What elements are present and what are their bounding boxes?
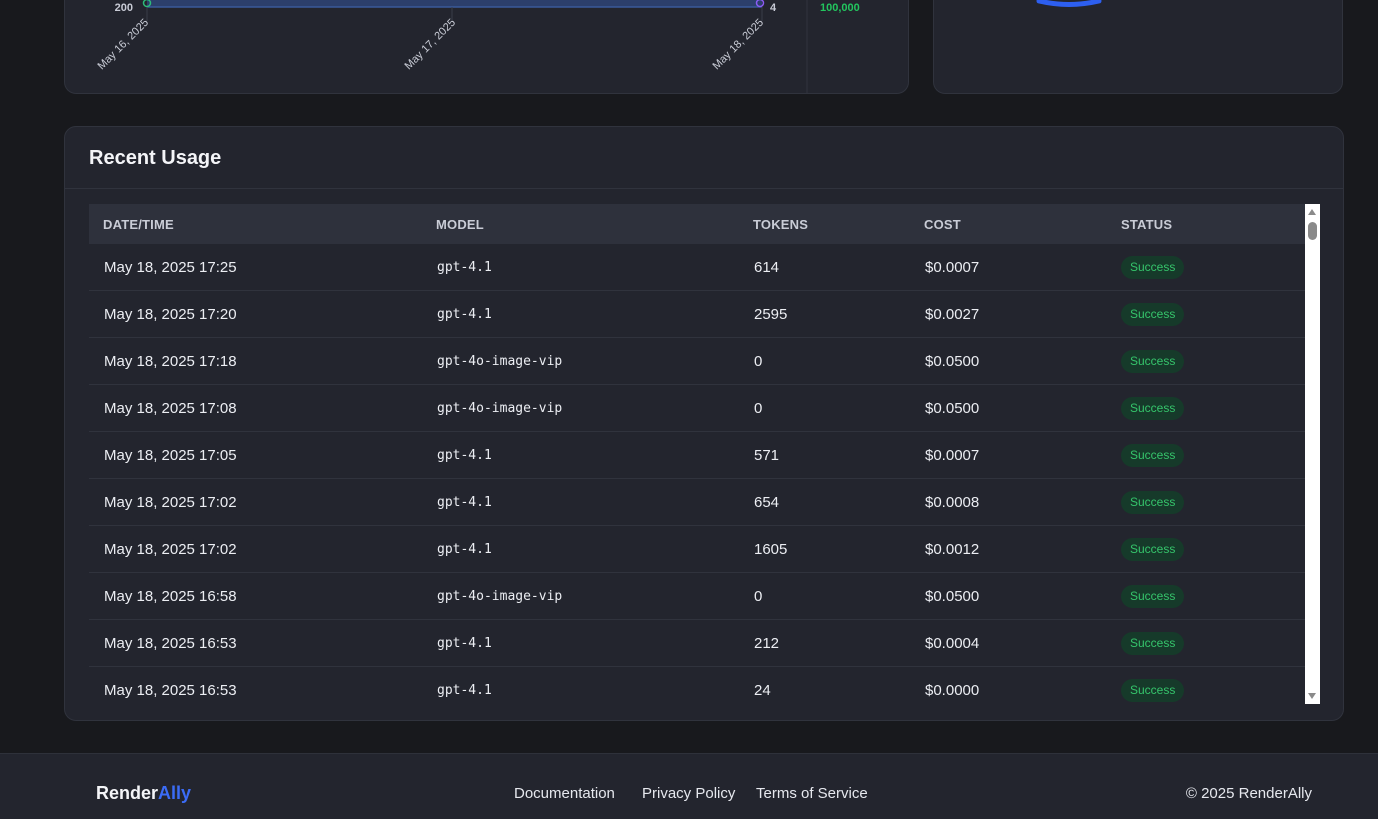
model-distribution-card (933, 0, 1343, 94)
cell-tokens: 571 (754, 447, 780, 464)
table-row: May 18, 2025 17:02 gpt-4.1 1605 $0.0012 Succ… (89, 526, 1305, 573)
cell-cost: $0.0008 (925, 494, 980, 511)
table-row: May 18, 2025 17:18 gpt-4o-image-vip 0 $0.05… (89, 338, 1305, 385)
status-badge: Success (1121, 397, 1185, 420)
right-value-label: 100,000 (820, 2, 860, 14)
chart-area-fill (147, 0, 762, 7)
right-axis-tick: 4 (770, 2, 777, 14)
footer-link-documentation[interactable]: Documentation (514, 785, 615, 802)
usage-trend-chart-card: 200 4 100,000 May 16, 2025 May 17, 2025 … (64, 0, 909, 94)
column-header-model: MODEL (436, 217, 484, 232)
cell-cost: $0.0500 (925, 400, 980, 417)
cell-datetime: May 18, 2025 17:25 (104, 259, 237, 276)
table-row: May 18, 2025 17:25 gpt-4.1 614 $0.0007 Succe… (89, 244, 1305, 291)
cell-datetime: May 18, 2025 16:53 (104, 682, 237, 699)
status-badge: Success (1121, 538, 1185, 561)
table-scrollbar[interactable] (1305, 204, 1320, 704)
cell-tokens: 0 (754, 400, 763, 417)
cell-datetime: May 18, 2025 17:20 (104, 306, 237, 323)
scroll-up-arrow-icon[interactable] (1308, 209, 1316, 215)
recent-usage-card: Recent Usage DATE/TIME MODEL TOKENS COST… (64, 126, 1344, 721)
table-row: May 18, 2025 16:53 gpt-4.1 212 $0.0004 Succe… (89, 620, 1305, 667)
x-tick-label: May 16, 2025 (96, 17, 152, 73)
footer-link-terms-of-service[interactable]: Terms of Service (756, 785, 868, 802)
cell-tokens: 212 (754, 635, 780, 652)
cell-tokens: 24 (754, 682, 771, 699)
divider (65, 188, 1343, 189)
status-badge: Success (1121, 632, 1185, 655)
cell-tokens: 654 (754, 494, 780, 511)
cell-model: gpt-4o-image-vip (437, 589, 563, 604)
column-header-datetime: DATE/TIME (103, 217, 174, 232)
status-badge: Success (1121, 585, 1185, 608)
cell-datetime: May 18, 2025 16:58 (104, 588, 237, 605)
site-footer: RenderAlly Documentation Privacy Policy … (0, 753, 1378, 819)
usage-trend-chart: 200 4 100,000 May 16, 2025 May 17, 2025 … (96, 0, 860, 93)
status-badge: Success (1121, 350, 1185, 373)
cell-datetime: May 18, 2025 17:05 (104, 447, 237, 464)
donut-chart (1036, 0, 1102, 7)
recent-usage-title: Recent Usage (89, 147, 222, 169)
scroll-down-arrow-icon[interactable] (1308, 693, 1316, 699)
status-badge: Success (1121, 256, 1185, 279)
table-row: May 18, 2025 17:08 gpt-4o-image-vip 0 $0.05… (89, 385, 1305, 432)
cell-datetime: May 18, 2025 16:53 (104, 635, 237, 652)
cell-model: gpt-4.1 (437, 307, 492, 322)
cell-tokens: 614 (754, 259, 780, 276)
cell-model: gpt-4.1 (437, 683, 492, 698)
cell-cost: $0.0012 (925, 541, 980, 558)
cell-datetime: May 18, 2025 17:08 (104, 400, 237, 417)
left-axis-tick: 200 (115, 2, 133, 14)
table-row: May 18, 2025 17:20 gpt-4.1 2595 $0.0027 Succ… (89, 291, 1305, 338)
status-badge: Success (1121, 303, 1185, 326)
scroll-thumb[interactable] (1308, 222, 1317, 240)
status-badge: Success (1121, 679, 1185, 702)
cell-model: gpt-4o-image-vip (437, 354, 563, 369)
cell-model: gpt-4.1 (437, 542, 492, 557)
cell-datetime: May 18, 2025 17:02 (104, 494, 237, 511)
cell-tokens: 0 (754, 353, 763, 370)
column-header-status: STATUS (1121, 217, 1173, 232)
column-header-cost: COST (924, 217, 961, 232)
cell-datetime: May 18, 2025 17:02 (104, 541, 237, 558)
cell-tokens: 2595 (754, 306, 788, 323)
cell-cost: $0.0500 (925, 353, 980, 370)
table-row: May 18, 2025 17:02 gpt-4.1 654 $0.0008 Succe… (89, 479, 1305, 526)
cell-model: gpt-4.1 (437, 495, 492, 510)
status-badge: Success (1121, 444, 1185, 467)
cell-cost: $0.0007 (925, 259, 980, 276)
column-header-tokens: TOKENS (753, 217, 809, 232)
cell-cost: $0.0007 (925, 447, 980, 464)
table-row: May 18, 2025 16:53 gpt-4.1 24 $0.0000 Succes… (89, 667, 1305, 704)
cell-model: gpt-4.1 (437, 636, 492, 651)
cell-cost: $0.0004 (925, 635, 980, 652)
cell-cost: $0.0500 (925, 588, 980, 605)
cell-model: gpt-4o-image-vip (437, 401, 563, 416)
table-row: May 18, 2025 16:58 gpt-4o-image-vip 0 $0.05… (89, 573, 1305, 620)
table-header: DATE/TIME MODEL TOKENS COST STATUS (89, 204, 1305, 244)
cell-tokens: 1605 (754, 541, 788, 558)
table-row: May 18, 2025 17:05 gpt-4.1 571 $0.0007 Succe… (89, 432, 1305, 479)
cell-model: gpt-4.1 (437, 448, 492, 463)
footer-link-privacy-policy[interactable]: Privacy Policy (642, 785, 735, 802)
status-badge: Success (1121, 491, 1185, 514)
footer-copyright: © 2025 RenderAlly (1185, 785, 1312, 802)
footer-brand-logo[interactable]: RenderAlly (96, 783, 191, 804)
donut-arc (1036, 0, 1102, 7)
brand-name-accent: Ally (158, 783, 192, 803)
cell-model: gpt-4.1 (437, 260, 492, 275)
x-tick-label: May 18, 2025 (711, 17, 767, 73)
cell-datetime: May 18, 2025 17:18 (104, 353, 237, 370)
brand-name-main: Render (96, 783, 159, 803)
usage-table[interactable]: DATE/TIME MODEL TOKENS COST STATUS May 1… (89, 204, 1320, 704)
cell-cost: $0.0027 (925, 306, 980, 323)
cell-cost: $0.0000 (925, 682, 980, 699)
x-tick-label: May 17, 2025 (403, 17, 459, 73)
cell-tokens: 0 (754, 588, 763, 605)
